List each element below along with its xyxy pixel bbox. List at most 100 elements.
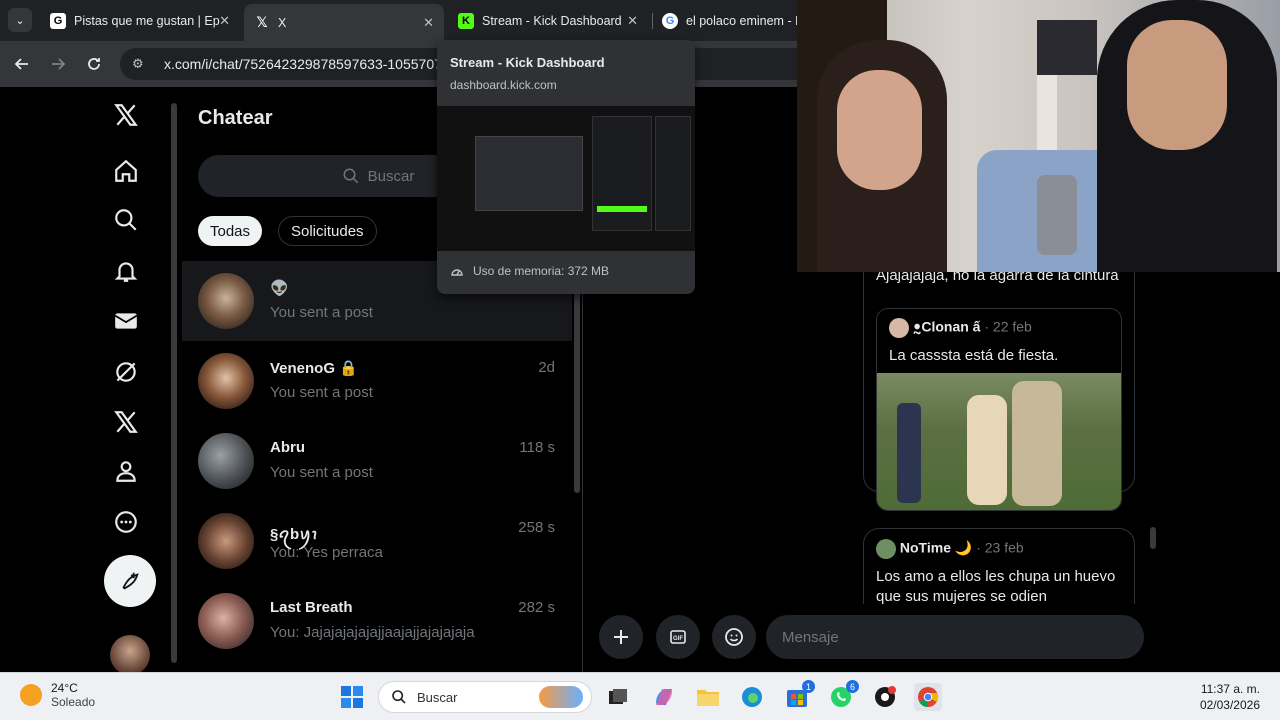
game-app-icon[interactable]	[871, 683, 899, 711]
tab-title: Stream - Kick Dashboard	[482, 14, 622, 28]
conversation-time: 282 s	[518, 599, 555, 616]
close-tab-icon[interactable]: ✕	[627, 13, 638, 29]
conversation-preview: You sent a post	[270, 384, 373, 401]
sun-icon	[20, 684, 42, 706]
profile-icon[interactable]	[108, 453, 144, 489]
forward-arrow-icon[interactable]	[47, 53, 69, 75]
premium-x-icon[interactable]	[108, 404, 144, 440]
tab-x[interactable]: 𝕏 X ✕	[244, 4, 444, 41]
conversation-item[interactable]: §ꪖbꪗꪱ 258 s You: Yes perraca	[182, 501, 572, 581]
google-icon: G	[662, 13, 678, 29]
grok-icon[interactable]	[108, 354, 144, 390]
conversation-preview: You sent a post	[270, 464, 373, 481]
search-highlight-icon	[539, 686, 583, 708]
close-tab-icon[interactable]: ✕	[219, 13, 230, 29]
x-logo-icon: 𝕏	[256, 14, 268, 30]
tab-kick[interactable]: K Stream - Kick Dashboard ✕	[448, 6, 648, 36]
system-clock[interactable]: 11:37 a. m. 02/03/2026	[1200, 681, 1260, 713]
x-logo-icon[interactable]	[108, 97, 144, 133]
tab-google[interactable]: G el polaco eminem - B	[652, 6, 802, 36]
quote-date: · 23 feb	[976, 539, 1024, 556]
quote-image	[877, 373, 1121, 510]
reload-icon[interactable]	[83, 53, 105, 75]
conversation-preview: You: Jajajajajajajjaajajjajajajaja	[270, 624, 475, 641]
search-icon	[343, 168, 358, 184]
copilot-icon[interactable]	[650, 683, 678, 711]
clock-time: 11:37 a. m.	[1200, 682, 1260, 696]
task-view-icon[interactable]	[604, 683, 632, 711]
message-input[interactable]: Mensaje	[766, 615, 1144, 659]
quote-date: · 22 feb	[984, 318, 1032, 335]
whatsapp-notification-badge: 6	[846, 680, 859, 693]
conversation-name: VenenoG 🔒	[270, 360, 358, 377]
weather-condition: Soleado	[51, 695, 96, 709]
messages-envelope-icon[interactable]	[108, 303, 144, 339]
page-title: Chatear	[198, 107, 273, 129]
conversation-name: Abru	[270, 439, 305, 456]
weather-widget[interactable]: 24°C Soleado	[20, 681, 95, 709]
conversation-preview: You sent a post	[270, 304, 373, 321]
tab-preview-thumbnail	[437, 106, 695, 251]
avatar	[198, 513, 254, 569]
chrome-browser-icon[interactable]	[914, 683, 942, 711]
hover-card-url: dashboard.kick.com	[450, 78, 557, 92]
close-tab-icon[interactable]: ✕	[423, 15, 434, 31]
more-options-icon[interactable]	[108, 504, 144, 540]
notifications-bell-icon[interactable]	[108, 253, 144, 289]
clock-date: 02/03/2026	[1199, 698, 1260, 712]
nav-scrollbar[interactable]	[168, 87, 180, 672]
whatsapp-icon[interactable]: 6	[827, 680, 859, 711]
windows-start-icon[interactable]	[338, 683, 366, 711]
conversation-time: 118 s	[519, 439, 555, 456]
memory-gauge-icon	[451, 269, 463, 276]
messages-scrollbar[interactable]	[1150, 527, 1156, 549]
avatar	[876, 539, 896, 559]
tab-search-dropdown-icon[interactable]: ⌄	[8, 8, 32, 32]
taskbar-search-input[interactable]: Buscar	[378, 681, 592, 713]
search-icon	[392, 690, 406, 704]
conversation-item[interactable]: Last Breath 282 s You: Jajajajajajajjaaj…	[182, 581, 572, 661]
avatar	[889, 318, 909, 338]
emoji-sticker-icon[interactable]	[712, 615, 756, 659]
tab-title: Pistas que me gustan | Ep	[74, 14, 220, 28]
account-avatar[interactable]	[110, 635, 150, 672]
site-settings-icon[interactable]: ⚙	[132, 56, 150, 72]
add-attachment-plus-icon[interactable]	[599, 615, 643, 659]
conversation-preview: You: Yes perraca	[270, 544, 383, 561]
message-placeholder: Mensaje	[782, 628, 839, 646]
avatar	[198, 593, 254, 649]
conversation-item[interactable]: Abru 118 s You sent a post	[182, 421, 572, 501]
tab-pistas[interactable]: G Pistas que me gustan | Ep ✕	[40, 6, 240, 36]
left-navigation	[100, 87, 160, 672]
gif-icon[interactable]: GIF	[656, 615, 700, 659]
edge-browser-icon[interactable]	[738, 683, 766, 711]
conversation-time: 2d	[538, 359, 555, 376]
search-icon[interactable]	[108, 202, 144, 238]
quote-text: Los amo a ellos les chupa un huevo que s…	[876, 568, 1116, 605]
filter-solicitudes[interactable]: Solicitudes	[278, 216, 377, 246]
memory-usage: Uso de memoria: 372 MB	[450, 264, 609, 278]
quote-author: ꔸClonan ấ	[912, 318, 981, 335]
microsoft-store-icon[interactable]: 1	[783, 680, 815, 711]
conversation-item[interactable]: VenenoG 🔒 2d You sent a post	[182, 341, 572, 421]
quote-author: NoTime 🌙	[899, 539, 973, 556]
tab-hover-card: Stream - Kick Dashboard dashboard.kick.c…	[437, 40, 695, 294]
avatar	[198, 273, 254, 329]
conversation-name: 👽	[270, 280, 289, 297]
compose-post-button[interactable]	[104, 555, 156, 607]
avatar	[198, 353, 254, 409]
kick-icon: K	[458, 13, 474, 29]
message-composer: GIF Mensaje	[583, 604, 1280, 672]
windows-taskbar: 24°C Soleado Buscar 1 6 11:37 a. m. 02/0…	[0, 672, 1280, 720]
avatar	[198, 433, 254, 489]
back-arrow-icon[interactable]	[11, 53, 33, 75]
filter-todas[interactable]: Todas	[198, 216, 263, 246]
quoted-post[interactable]: ꔸClonan ấ · 22 feb La casssta está de fi…	[876, 308, 1122, 511]
conversation-name: Last Breath	[270, 599, 353, 616]
genius-icon: G	[50, 13, 66, 29]
tab-title: X	[278, 15, 287, 30]
url-text: x.com/i/chat/752642329878597633-10557073	[164, 56, 450, 72]
quote-text: La casssta está de fiesta.	[889, 347, 1059, 364]
file-explorer-icon[interactable]	[694, 683, 722, 711]
home-icon[interactable]	[108, 153, 144, 189]
